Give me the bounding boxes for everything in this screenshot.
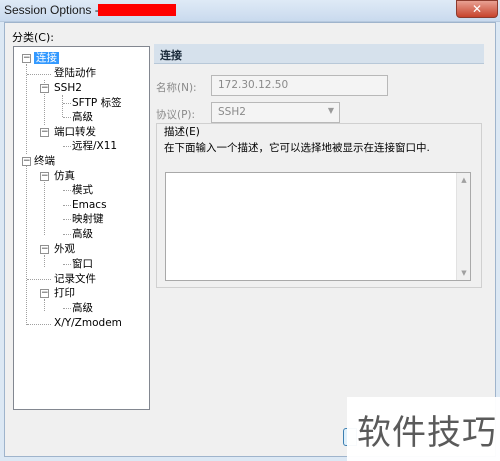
tree-item-sftp-tab[interactable]: SFTP 标签 [72, 97, 122, 110]
tree-item-emulation[interactable]: 仿真 [54, 170, 75, 183]
window-title: Session Options - [4, 3, 99, 17]
tree-item-remote-x11[interactable]: 远程/X11 [72, 140, 117, 153]
collapse-icon[interactable]: − [40, 84, 49, 93]
category-label: 分类(C): [12, 31, 54, 44]
tree-connector [27, 74, 51, 75]
tree-connector [27, 279, 51, 280]
protocol-select[interactable]: SSH2 ▼ [211, 102, 340, 123]
tree-item-printing[interactable]: 打印 [54, 287, 75, 300]
tree-item-connection[interactable]: 连接 [34, 52, 59, 65]
tree-connector [62, 95, 63, 117]
tree-item-emulation-advanced[interactable]: 高级 [72, 228, 93, 241]
title-bar: Session Options - ✕ [0, 0, 500, 22]
scroll-up-icon[interactable]: ▲ [457, 173, 471, 187]
tree-item-emacs[interactable]: Emacs [72, 199, 107, 212]
tree-item-printing-advanced[interactable]: 高级 [72, 302, 93, 315]
tree-item-xyzmodem[interactable]: X/Y/Zmodem [54, 317, 122, 330]
tree-connector [63, 219, 71, 220]
tree-item-terminal[interactable]: 终端 [34, 155, 55, 168]
tree-connector [63, 117, 71, 118]
tree-item-log-file[interactable]: 记录文件 [54, 273, 96, 286]
tree-connector [63, 308, 71, 309]
name-field[interactable]: 172.30.12.50 [211, 75, 388, 96]
tree-connector [63, 205, 71, 206]
tree-connector [27, 324, 51, 325]
tree-connector [63, 264, 71, 265]
tree-connector [63, 190, 71, 191]
tree-connector [44, 299, 45, 311]
tree-item-ssh2-advanced[interactable]: 高级 [72, 111, 93, 124]
title-redaction [98, 4, 176, 16]
scroll-down-icon[interactable]: ▼ [457, 266, 471, 280]
tree-item-appearance[interactable]: 外观 [54, 243, 75, 256]
protocol-label: 协议(P): [156, 109, 196, 121]
tree-item-window[interactable]: 窗口 [72, 258, 93, 271]
chevron-down-icon: ▼ [327, 106, 334, 115]
tree-item-ssh2[interactable]: SSH2 [54, 82, 82, 95]
tree-item-mapped-keys[interactable]: 映射键 [72, 213, 104, 226]
tree-connector [44, 180, 45, 235]
description-scrollbar[interactable]: ▲ ▼ [456, 173, 470, 280]
protocol-value: SSH2 [218, 106, 246, 118]
collapse-icon[interactable]: − [22, 157, 31, 166]
collapse-icon[interactable]: − [22, 54, 31, 63]
description-group-title: 描述(E) [164, 124, 200, 139]
name-value: 172.30.12.50 [218, 79, 289, 91]
collapse-icon[interactable]: − [40, 289, 49, 298]
panel-title: 连接 [160, 49, 182, 62]
close-button[interactable]: ✕ [456, 0, 498, 18]
tree-connector [44, 255, 45, 267]
name-label: 名称(N): [156, 82, 197, 94]
close-icon: ✕ [471, 2, 483, 16]
tree-connector [26, 160, 27, 325]
collapse-icon[interactable]: − [40, 128, 49, 137]
tree-connector [63, 103, 71, 104]
tree-item-login-actions[interactable]: 登陆动作 [54, 67, 96, 80]
watermark-text: 软件技巧 [357, 413, 497, 453]
tree-connector [63, 234, 71, 235]
category-tree[interactable]: − 连接 登陆动作 − SSH2 SFTP 标签 高级 − 端口转发 远程/X1… [13, 46, 150, 410]
panel-header: 连接 [154, 44, 484, 64]
collapse-icon[interactable]: − [40, 245, 49, 254]
tree-item-modes[interactable]: 模式 [72, 184, 93, 197]
watermark: 软件技巧 [347, 397, 500, 461]
tree-connector [26, 64, 27, 154]
collapse-icon[interactable]: − [40, 172, 49, 181]
description-hint: 在下面输入一个描述，它可以选择地被显示在连接窗口中. [164, 142, 430, 154]
description-textarea[interactable]: ▲ ▼ [165, 172, 471, 281]
tree-connector [63, 146, 71, 147]
tree-item-port-forwarding[interactable]: 端口转发 [54, 126, 96, 139]
